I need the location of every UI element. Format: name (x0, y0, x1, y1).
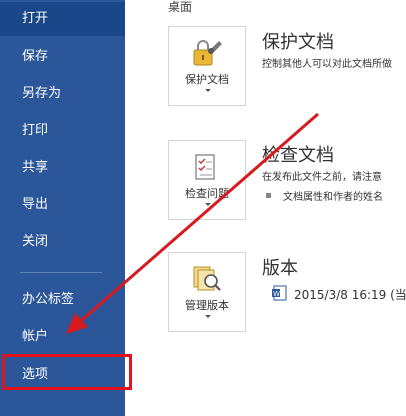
sidebar-item-save[interactable]: 保存 (0, 40, 125, 74)
svg-text:W: W (273, 290, 280, 298)
protect-section-description: 控制其他人可以对此文档所做 (262, 59, 392, 70)
chevron-down-icon (205, 203, 211, 206)
sidebar-item-options[interactable]: 选项 (0, 358, 125, 392)
manage-versions-icon (193, 266, 221, 291)
bullet-icon (266, 193, 271, 198)
sidebar-item-share[interactable]: 共享 (0, 151, 125, 185)
protect-document-label: 保护文档 (185, 73, 229, 86)
sidebar-item-account[interactable]: 帐户 (0, 320, 125, 354)
versions-section-title: 版本 (262, 258, 298, 279)
chevron-down-icon (205, 315, 211, 318)
inspect-section-title: 检查文档 (262, 145, 334, 166)
sidebar-item-office-tab[interactable]: 办公标签 (0, 283, 125, 317)
chevron-down-icon (205, 89, 211, 92)
inspect-section-description: 在发布此文件之前，请注意 (262, 172, 382, 183)
manage-versions-button[interactable]: 管理版本 (168, 252, 246, 332)
sidebar-item-open[interactable]: 打开 (0, 2, 125, 36)
sidebar-item-export[interactable]: 导出 (0, 188, 125, 222)
protect-document-button[interactable]: 保护文档 (168, 26, 246, 106)
inspect-document-button[interactable]: 检查问题 (168, 140, 246, 220)
inspect-document-label: 检查问题 (185, 187, 229, 200)
sidebar-divider (20, 272, 102, 273)
protect-section-title: 保护文档 (262, 32, 334, 53)
version-entry[interactable]: 2015/3/8 16:19 (当 (294, 286, 406, 303)
location-label: 桌面 (168, 0, 193, 14)
sidebar-item-save-as[interactable]: 另存为 (0, 77, 125, 111)
sidebar-item-close[interactable]: 关闭 (0, 225, 125, 259)
checklist-icon (195, 154, 215, 180)
sidebar-item-print[interactable]: 打印 (0, 114, 125, 148)
inspect-bullet-text: 文档属性和作者的姓名 (283, 192, 383, 203)
backstage-sidebar: 打开 保存 另存为 打印 共享 导出 关闭 办公标签 帐户 选项 (0, 0, 125, 416)
backstage-main: 桌面 保护文档 保护文档 控制其他人可以对此文档所做 检查问题 检查文档 在发布… (125, 0, 406, 416)
lock-key-icon (193, 40, 222, 66)
word-document-icon: W (272, 285, 287, 301)
manage-versions-label: 管理版本 (185, 299, 229, 312)
